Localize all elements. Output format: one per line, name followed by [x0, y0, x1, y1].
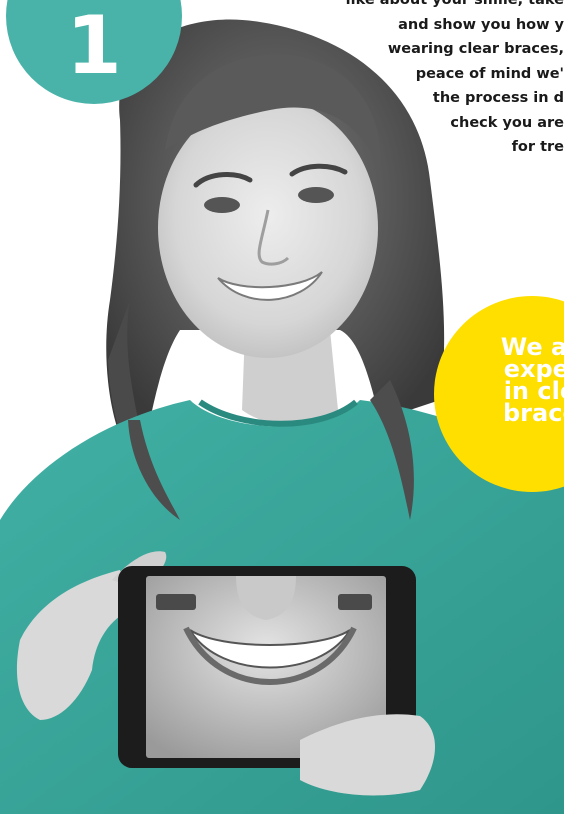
- intro-line: like about your smile, take: [345, 0, 564, 8]
- intro-line: for tre: [511, 139, 564, 155]
- expert-badge-line: braces: [503, 399, 564, 427]
- left-eye: [204, 197, 240, 213]
- screen-menu-button: [338, 594, 372, 610]
- intro-line: peace of mind we': [415, 65, 564, 82]
- step-number: 1: [66, 0, 122, 92]
- right-eye: [298, 187, 334, 203]
- intro-line: check you are: [450, 114, 564, 131]
- intro-line: the process in d: [432, 90, 564, 106]
- intro-line: and show you how y: [398, 16, 564, 33]
- expert-badge-text: We are expert in clea braces: [478, 335, 564, 427]
- page: 1 like about your smile, take and show y…: [0, 0, 564, 814]
- intro-line: wearing clear braces,: [387, 41, 564, 57]
- intro-paragraph: like about your smile, take and show you…: [274, 0, 564, 160]
- screen-back-button: [156, 594, 196, 610]
